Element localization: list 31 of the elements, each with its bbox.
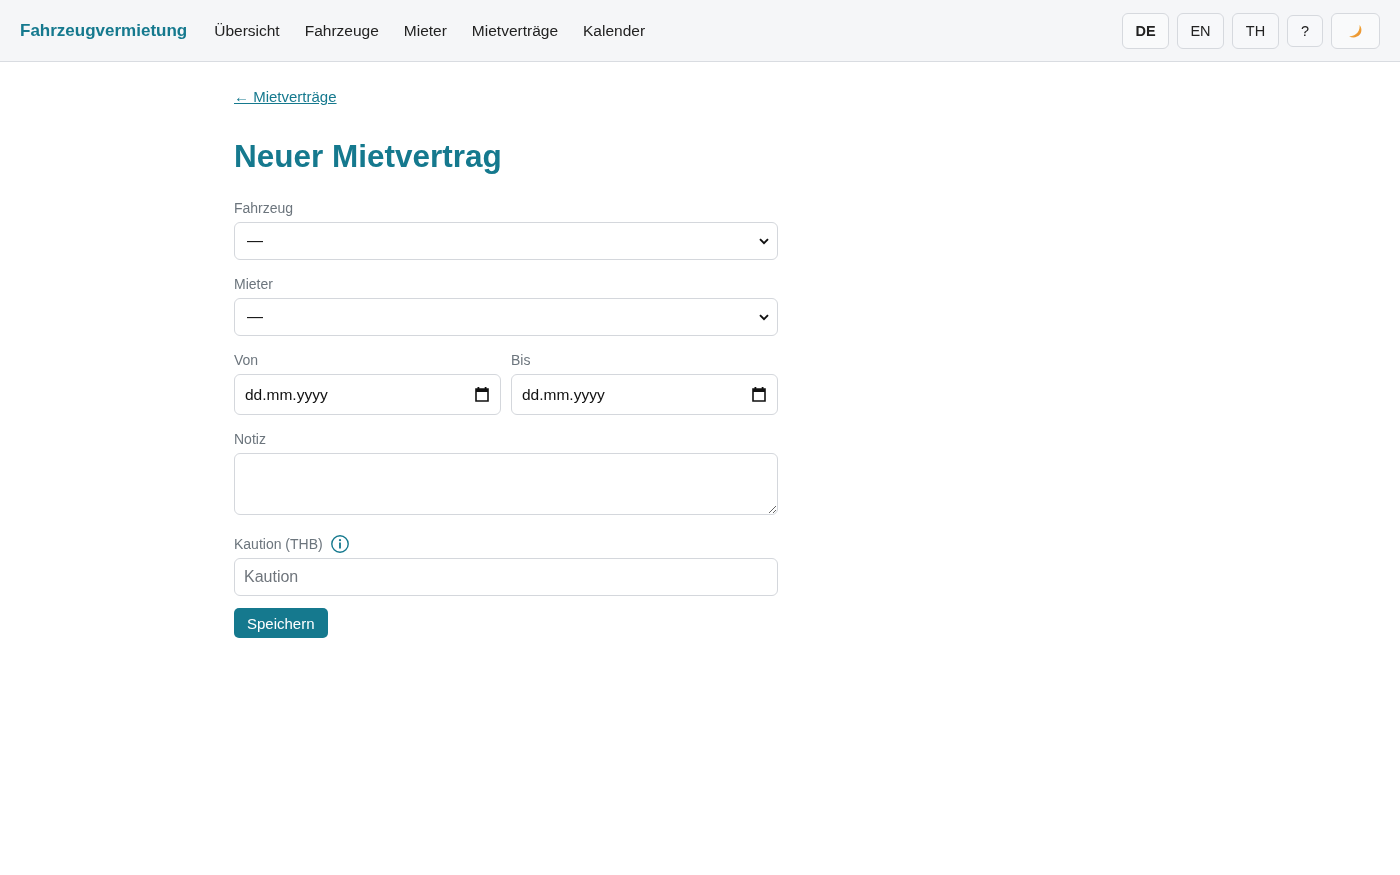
nav-link[interactable]: Mietverträge <box>471 21 558 40</box>
chevron-down-icon <box>759 237 769 245</box>
field-label: Von <box>234 351 259 370</box>
calendar-icon[interactable] <box>475 387 489 402</box>
date-field[interactable]: dd.mm.yyyy <box>234 374 501 415</box>
select-field[interactable]: — <box>234 222 778 260</box>
language-button[interactable]: EN <box>1177 12 1224 49</box>
field-label: Kaution (THB) <box>234 535 323 554</box>
input-field[interactable]: Kaution <box>234 558 778 596</box>
field-label: Notiz <box>234 430 266 449</box>
nav-link[interactable]: Mieter <box>403 21 447 40</box>
help-button[interactable]: ? <box>1287 14 1323 47</box>
nav-link[interactable]: Übersicht <box>214 21 280 40</box>
language-button[interactable]: TH <box>1232 12 1279 49</box>
field-label: Bis <box>511 351 531 370</box>
page-title: Neuer Mietvertrag <box>234 137 502 175</box>
field-label: Mieter <box>234 275 273 294</box>
nav-link[interactable]: Fahrzeuge <box>304 21 379 40</box>
calendar-icon[interactable] <box>752 387 766 402</box>
crescent-moon-icon <box>1348 25 1363 39</box>
brand-link[interactable]: Fahrzeugvermietung <box>20 20 188 41</box>
chevron-down-icon <box>759 313 769 321</box>
nav-link[interactable]: Kalender <box>583 21 646 40</box>
back-link[interactable]: ← Mietverträge <box>234 87 337 107</box>
theme-toggle-button[interactable] <box>1331 12 1380 49</box>
info-icon[interactable] <box>330 535 349 553</box>
save-button[interactable]: Speichern <box>234 608 328 638</box>
field-label: Fahrzeug <box>234 199 294 218</box>
select-field[interactable]: — <box>234 298 778 336</box>
language-button[interactable]: DE <box>1122 12 1169 49</box>
date-field[interactable]: dd.mm.yyyy <box>511 374 778 415</box>
